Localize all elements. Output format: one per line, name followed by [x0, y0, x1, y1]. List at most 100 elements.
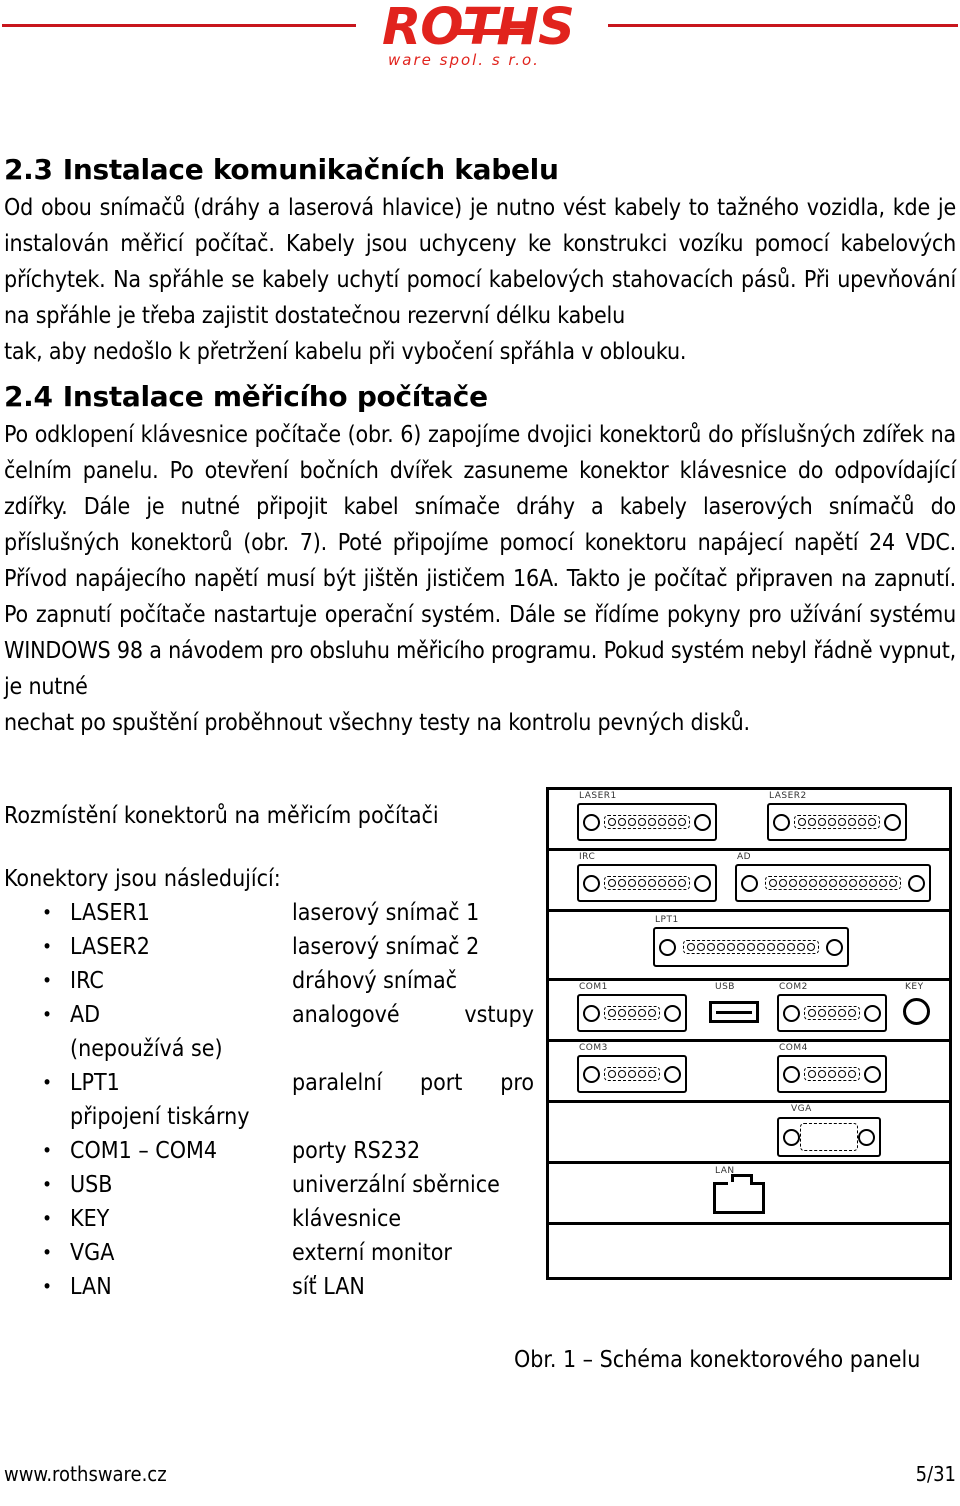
panel-row-com1-usb-com2-key: COM1 USB COM2 KEY [549, 981, 949, 1042]
port-label-laser2: LASER2 [769, 791, 807, 801]
port-label-ad: AD [737, 852, 752, 862]
panel-diagram: LASER1 LASER2 IRC AD LPT1 COM1 USB COM2 … [546, 787, 952, 1280]
dsub-shell-com4 [777, 1055, 887, 1093]
screw-icon [908, 874, 925, 892]
port-label-com2: COM2 [779, 982, 808, 992]
bullet-icon: • [42, 1276, 53, 1298]
connector-name: LPT1 [70, 1070, 120, 1096]
pin-row-top [808, 1009, 856, 1017]
connector-desc: porty RS232 [292, 1138, 421, 1164]
connector-name: AD [70, 1002, 101, 1028]
screw-icon [664, 1065, 681, 1083]
dsub-shell-com1 [577, 994, 687, 1032]
port-label-key: KEY [905, 982, 924, 992]
bullet-icon: • [42, 902, 53, 924]
port-vga: VGA [777, 1104, 887, 1159]
connector-name: USB [70, 1172, 113, 1198]
list-item: • LAN síť LAN [4, 1270, 534, 1304]
dsub-shell-lpt1 [653, 927, 849, 967]
port-laser1: LASER1 [577, 791, 722, 846]
connector-name: LASER1 [70, 900, 150, 926]
panel-row-com3-com4: COM3 COM4 [549, 1042, 949, 1103]
pin-row-top [608, 1009, 656, 1017]
figure-caption: Obr. 1 – Schéma konektorového panelu [514, 1347, 921, 1373]
section-heading-2-3: 2.3 Instalace komunikačních kabelu [4, 150, 956, 190]
section-title-2-3: Instalace komunikačních kabelu [62, 153, 559, 186]
connector-desc: dráhový snímač [292, 968, 458, 994]
port-label-com1: COM1 [579, 982, 608, 992]
panel-row-vga: VGA [549, 1103, 949, 1164]
list-item: • USB univerzální sběrnice [4, 1168, 534, 1202]
dsub-shell-com3 [577, 1055, 687, 1093]
pin-row-top [798, 818, 876, 826]
connector-name: COM1 – COM4 [70, 1138, 217, 1164]
pin-grid [604, 1067, 660, 1081]
screw-icon [583, 1065, 600, 1083]
panel-row-lan: LAN [549, 1164, 949, 1225]
screw-icon [858, 1128, 875, 1146]
header-rule-right [608, 24, 958, 27]
connector-desc: klávesnice [292, 1206, 402, 1232]
company-logo: ROTHS ware spol. s r.o. [382, 0, 590, 70]
pin-row-top [687, 943, 815, 951]
dsub-shell-vga [777, 1117, 881, 1157]
paragraph-2-4-a: Po odklopení klávesnice počítače (obr. 6… [4, 422, 956, 700]
bullet-icon: • [42, 1140, 53, 1162]
pin-row-top [608, 879, 686, 887]
panel-row-lpt1: LPT1 [549, 912, 949, 981]
port-usb: USB [709, 982, 765, 1037]
port-key: KEY [901, 982, 941, 1037]
rj45-lan-connector-icon [713, 1174, 765, 1214]
connector-panel-figure: LASER1 LASER2 IRC AD LPT1 COM1 USB COM2 … [546, 787, 952, 1280]
connector-name: VGA [70, 1240, 115, 1266]
dsub-shell-com2 [777, 994, 887, 1032]
dsub-shell-ad [735, 864, 931, 902]
connector-desc: síť LAN [292, 1274, 365, 1300]
pin-grid [683, 940, 819, 954]
footer-website[interactable]: www.rothsware.cz [4, 1462, 167, 1486]
port-lpt1: LPT1 [653, 915, 853, 974]
section-number-2-4: 2.4 [4, 380, 53, 413]
connector-desc: laserový snímač 1 [292, 900, 480, 926]
screw-icon [583, 1004, 600, 1022]
panel-row-lasers: LASER1 LASER2 [549, 790, 949, 851]
connector-name: IRC [70, 968, 104, 994]
dsub-shell-laser1 [577, 803, 717, 841]
port-label-com4: COM4 [779, 1043, 808, 1053]
header-rule-left [2, 24, 356, 27]
page-footer: www.rothsware.cz 5/31 [4, 1462, 956, 1486]
screw-icon [694, 813, 711, 831]
dsub-shell-irc [577, 864, 717, 902]
section-heading-2-4: 2.4 Instalace měřicího počítače [4, 377, 956, 417]
connector-name: LAN [70, 1274, 112, 1300]
connector-desc: univerzální sběrnice [292, 1172, 500, 1198]
list-item: • AD analogové vstupy [4, 998, 534, 1032]
bullet-icon: • [42, 1072, 53, 1094]
connector-list-intro: Rozmístění konektorů na měřicím počítači [4, 803, 439, 829]
port-label-com3: COM3 [579, 1043, 608, 1053]
screw-icon [773, 813, 790, 831]
ps2-keyboard-connector-icon [903, 998, 930, 1025]
port-com4: COM4 [777, 1043, 892, 1098]
screw-icon [741, 874, 758, 892]
pin-grid [604, 815, 690, 829]
port-irc: IRC [577, 852, 722, 907]
screw-icon [583, 874, 600, 892]
pin-row-top [769, 879, 897, 887]
dsub-shell-laser2 [767, 803, 907, 841]
port-com1: COM1 [577, 982, 692, 1037]
connector-desc-continuation: připojení tiskárny [70, 1104, 250, 1130]
connector-items-3: • COM1 – COM4 porty RS232 • USB univerzá… [4, 1134, 534, 1304]
port-com3: COM3 [577, 1043, 692, 1098]
list-item: • LPT1 paralelní port pro [4, 1066, 534, 1100]
list-item: • LASER2 laserový snímač 2 [4, 930, 534, 964]
footer-page-number: 5/31 [915, 1462, 956, 1486]
pin-row-top [808, 1070, 856, 1078]
list-item: • IRC dráhový snímač [4, 964, 534, 998]
usb-connector-icon [709, 1001, 759, 1023]
pin-grid [804, 1067, 860, 1081]
port-com2: COM2 [777, 982, 892, 1037]
logo-wordmark: ROTHS [382, 0, 575, 57]
connector-list-lead: Konektory jsou následující: [4, 866, 281, 892]
screw-icon [783, 1128, 800, 1146]
